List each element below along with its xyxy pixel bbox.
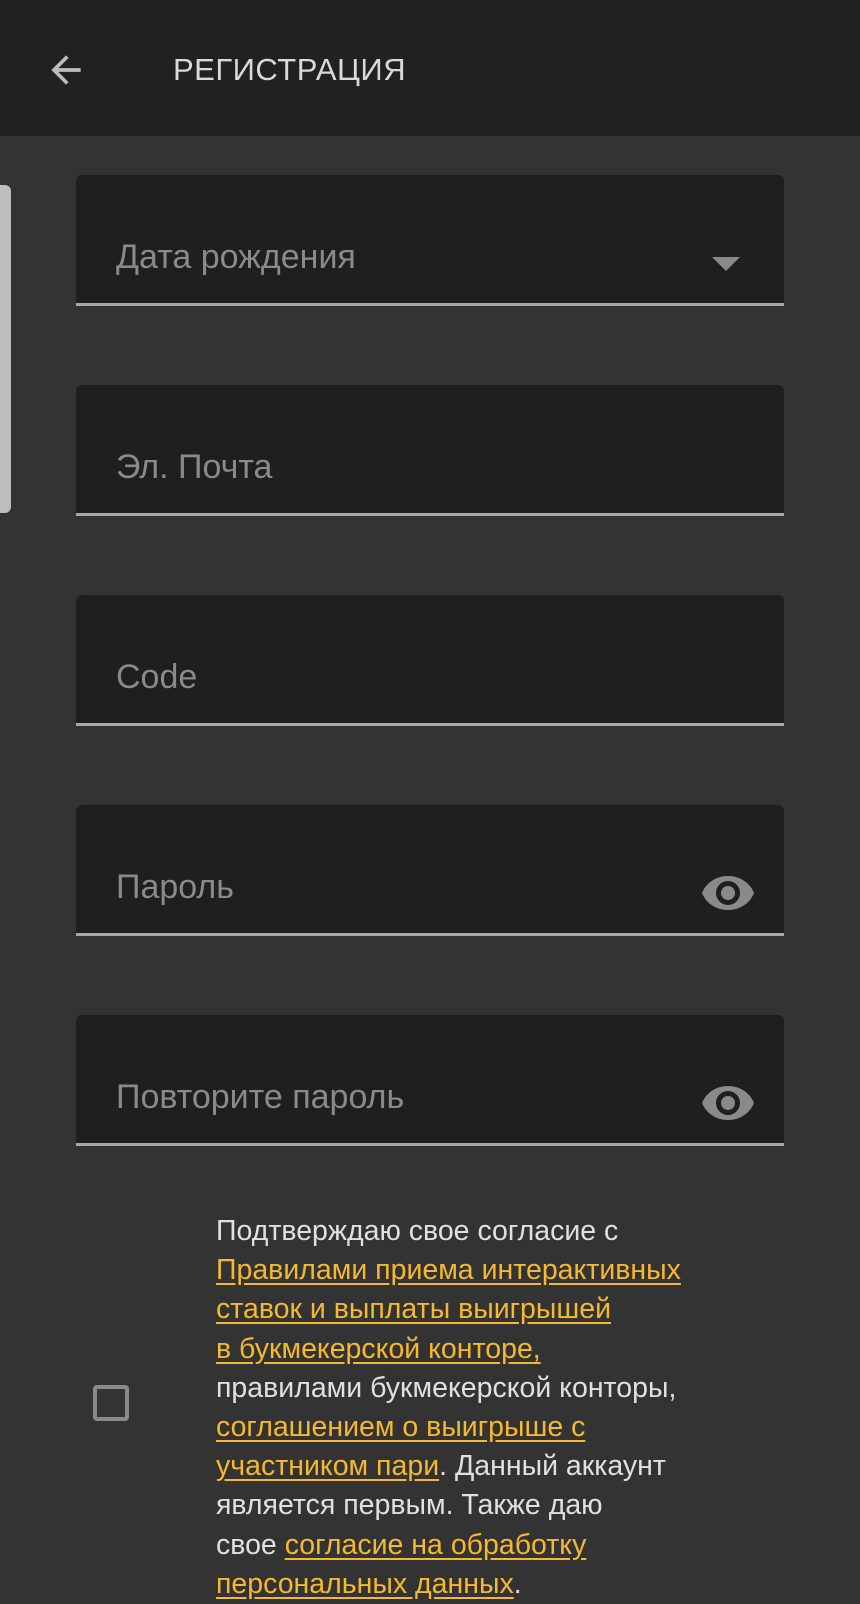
personal-data-link[interactable]: персональных данных <box>216 1568 514 1600</box>
betting-rules-link[interactable]: в букмекерской конторе, <box>216 1333 541 1365</box>
betting-rules-link[interactable]: Правилами приема интерактивных <box>216 1254 681 1286</box>
consent-line: Подтверждаю свое согласие с <box>216 1215 619 1247</box>
password-visibility-toggle[interactable] <box>700 873 756 913</box>
consent-line: в букмекерской конторе, <box>216 1330 816 1369</box>
birth-date-label: Дата рождения <box>116 238 356 276</box>
email-input[interactable] <box>76 385 788 515</box>
consent-text: Подтверждаю свое согласие с Правилами пр… <box>216 1212 816 1604</box>
consent-text-fragment: . <box>513 1567 522 1600</box>
app-bar: РЕГИСТРАЦИЯ <box>0 0 860 136</box>
winning-agreement-link[interactable]: участником пари <box>216 1450 439 1482</box>
consent-checkbox[interactable] <box>93 1385 129 1421</box>
repeat-password-input[interactable] <box>76 1015 788 1145</box>
consent-line: свое согласие на обработку <box>216 1526 816 1565</box>
scrollbar-thumb[interactable] <box>0 185 11 513</box>
password-input[interactable] <box>76 805 788 935</box>
back-button[interactable] <box>40 44 92 96</box>
betting-rules-link[interactable]: ставок и выплаты выигрышей <box>216 1293 611 1325</box>
chevron-down-icon <box>712 257 740 271</box>
consent-line: Правилами приема интерактивных <box>216 1251 816 1290</box>
consent-line: является первым. Также даю <box>216 1489 603 1522</box>
consent-line: соглашением о выигрыше с <box>216 1408 816 1447</box>
consent-line: правилами букмекерской конторы, <box>216 1371 677 1404</box>
arrow-left-icon <box>51 55 81 85</box>
eye-icon <box>702 1086 754 1120</box>
code-input[interactable] <box>76 595 788 725</box>
consent-line: персональных данных. <box>216 1565 816 1604</box>
personal-data-link[interactable]: согласие на обработку <box>285 1529 587 1561</box>
birth-date-dropdown[interactable]: Дата рождения <box>76 175 784 306</box>
winning-agreement-link[interactable]: соглашением о выигрыше с <box>216 1411 585 1443</box>
password-field[interactable]: Пароль <box>76 805 788 936</box>
repeat-password-visibility-toggle[interactable] <box>700 1083 756 1123</box>
consent-line: ставок и выплаты выигрышей <box>216 1290 816 1329</box>
consent-text-fragment: свое <box>216 1528 285 1561</box>
consent-text-fragment: . Данный аккаунт <box>439 1450 666 1483</box>
repeat-password-field[interactable]: Повторите пароль <box>76 1015 788 1146</box>
eye-icon <box>702 876 754 910</box>
consent-line: участником пари. Данный аккаунт <box>216 1447 816 1486</box>
email-field[interactable]: Эл. Почта <box>76 385 788 516</box>
screen-title: РЕГИСТРАЦИЯ <box>173 52 407 87</box>
code-field[interactable]: Code <box>76 595 788 726</box>
